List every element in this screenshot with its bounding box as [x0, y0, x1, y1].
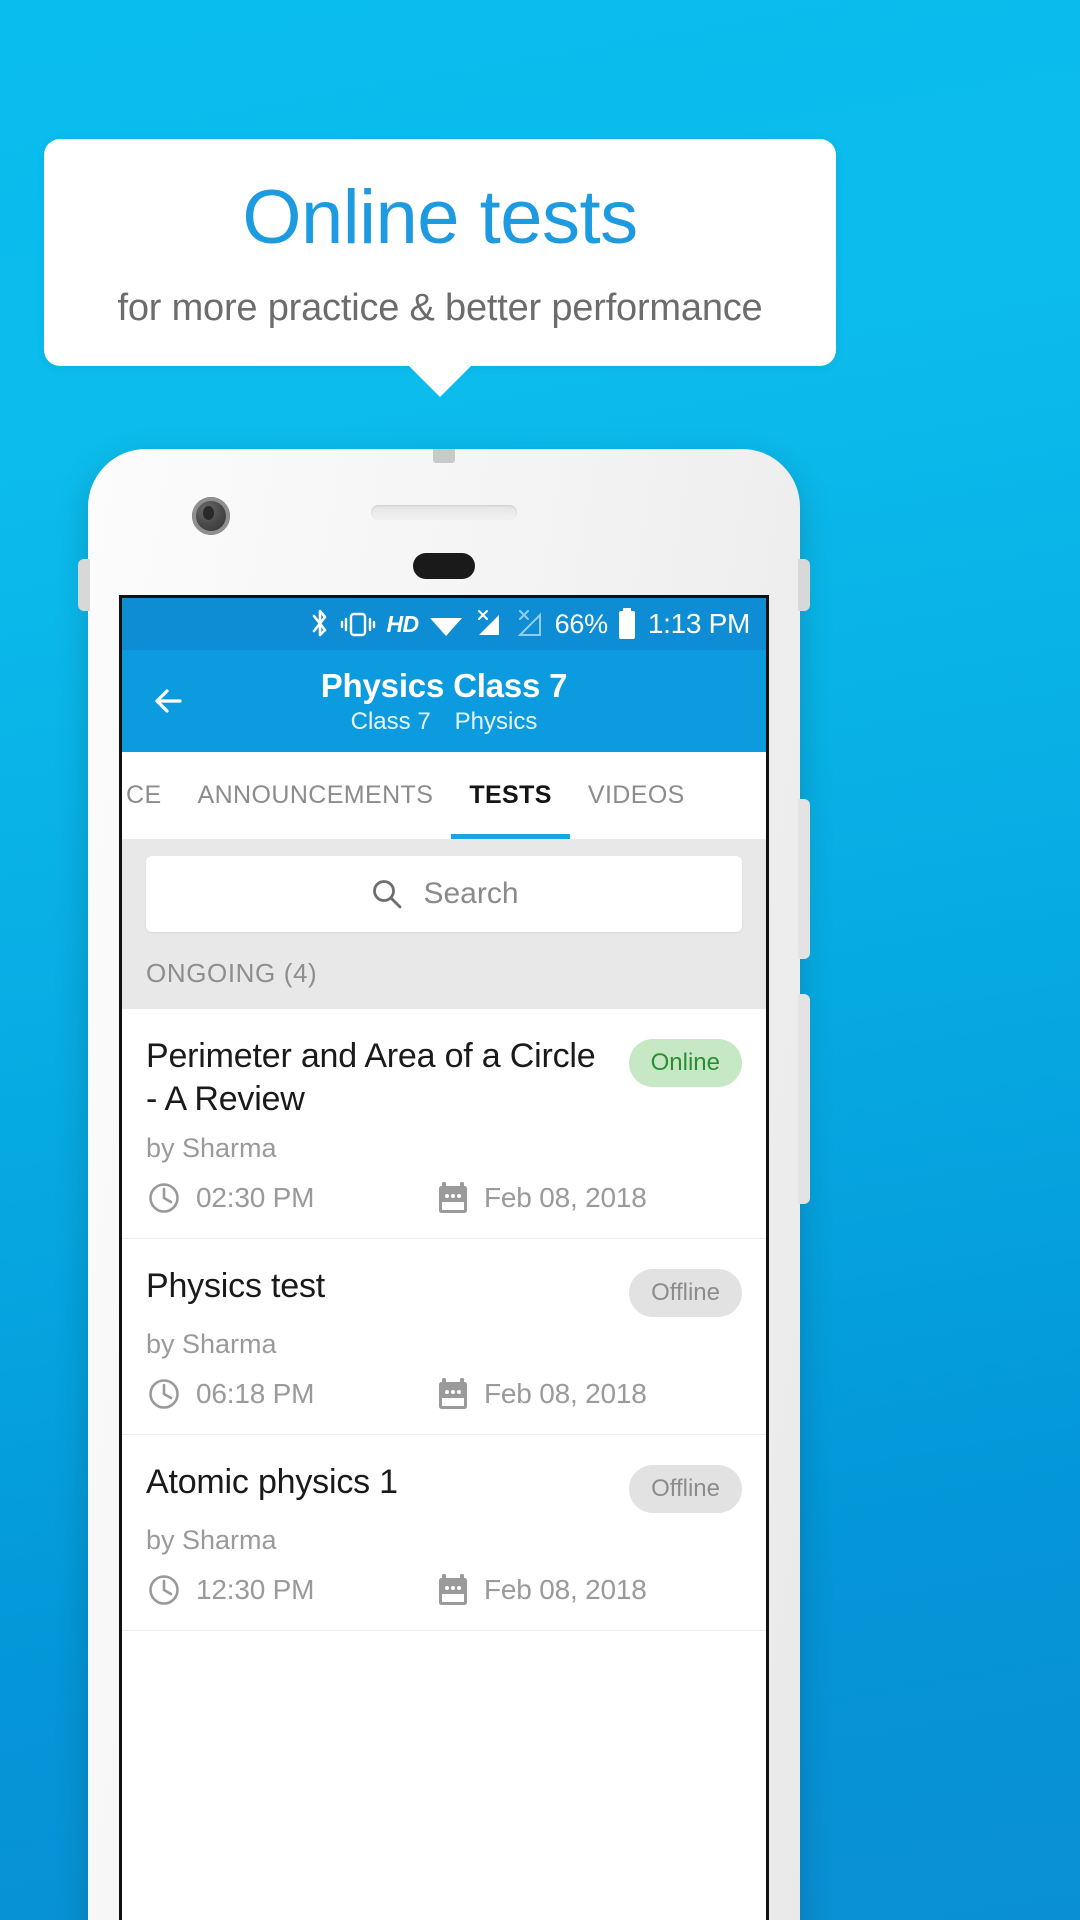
test-date: Feb 08, 2018: [484, 1573, 647, 1605]
test-author: by Sharma: [146, 1132, 277, 1163]
app-bar: Physics Class 7 Class 7 Physics: [122, 650, 766, 752]
signal-sim2-no-service-icon: [514, 608, 546, 640]
breadcrumb-subject: Physics: [454, 708, 538, 736]
phone-mockup: HD 66% 1:13 PM Physics Class 7 Class 7 P…: [78, 449, 810, 1920]
earpiece-speaker: [371, 505, 517, 520]
promo-subtitle: for more practice & better performance: [117, 286, 763, 329]
battery-percent-label: 66%: [554, 608, 608, 639]
phone-screen: HD 66% 1:13 PM Physics Class 7 Class 7 P…: [119, 595, 769, 1920]
test-list-item[interactable]: Atomic physics 1 Offline by Sharma 12:30…: [122, 1435, 766, 1631]
clock-icon: [146, 1572, 182, 1608]
tab-announcements[interactable]: ANNOUNCEMENTS: [180, 752, 452, 839]
test-meta-row: 06:18 PM Feb 08, 2018: [146, 1376, 742, 1412]
callout-tail-triangle: [408, 364, 472, 397]
status-badge: Offline: [629, 1268, 742, 1317]
test-title: Physics test: [146, 1266, 325, 1305]
test-item-header: Perimeter and Area of a Circle - A Revie…: [146, 1035, 742, 1121]
promo-title: Online tests: [242, 175, 638, 260]
test-time-group: 02:30 PM: [146, 1180, 436, 1216]
phone-power-button: [798, 559, 810, 611]
test-author: by Sharma: [146, 1328, 277, 1359]
home-button[interactable]: [413, 553, 475, 579]
test-date-group: Feb 08, 2018: [436, 1376, 647, 1412]
test-meta-row: 02:30 PM Feb 08, 2018: [146, 1180, 742, 1216]
vibrate-icon: [339, 608, 377, 640]
phone-volume-up-button: [798, 799, 810, 959]
test-item-header: Physics test Offline: [146, 1265, 742, 1317]
phone-volume-down-button: [798, 994, 810, 1204]
status-bar-clock: 1:13 PM: [647, 608, 750, 639]
status-bar: HD 66% 1:13 PM: [122, 598, 766, 650]
calendar-icon: [436, 1376, 470, 1412]
test-meta-row: 12:30 PM Feb 08, 2018: [146, 1572, 742, 1608]
clock-icon: [146, 1180, 182, 1216]
calendar-icon: [436, 1572, 470, 1608]
status-badge: Online: [628, 1039, 742, 1087]
clock-icon: [146, 1376, 182, 1412]
test-time-group: 12:30 PM: [146, 1572, 436, 1608]
test-title: Perimeter and Area of a Circle - A Revie…: [146, 1037, 596, 1118]
tab-bar: CE ANNOUNCEMENTS TESTS VIDEOS: [122, 752, 766, 840]
search-area: Search: [122, 840, 766, 952]
search-placeholder: Search: [423, 877, 519, 910]
tab-ce[interactable]: CE: [122, 752, 180, 839]
back-arrow-icon[interactable]: [146, 678, 192, 724]
tab-tests[interactable]: TESTS: [451, 752, 570, 839]
calendar-icon: [436, 1180, 470, 1216]
tab-videos[interactable]: VIDEOS: [570, 752, 703, 839]
tests-list: Perimeter and Area of a Circle - A Revie…: [122, 1009, 766, 1631]
test-time: 12:30 PM: [196, 1573, 315, 1605]
test-list-item[interactable]: Perimeter and Area of a Circle - A Revie…: [122, 1009, 766, 1239]
breadcrumb: Class 7 Physics: [122, 708, 766, 736]
phone-left-button: [78, 559, 90, 611]
test-list-item[interactable]: Physics test Offline by Sharma 06:18 PM …: [122, 1239, 766, 1435]
section-header-ongoing: ONGOING (4): [122, 952, 766, 1009]
test-author: by Sharma: [146, 1524, 277, 1555]
front-camera-icon: [192, 497, 230, 535]
hd-icon: HD: [386, 610, 419, 637]
bluetooth-icon: [310, 608, 330, 640]
page-title: Physics Class 7: [320, 666, 568, 704]
battery-icon: [617, 607, 637, 641]
test-date-group: Feb 08, 2018: [436, 1180, 647, 1216]
phone-antenna-notch: [433, 449, 455, 463]
test-time-group: 06:18 PM: [146, 1376, 436, 1412]
promo-screenshot: Online tests for more practice & better …: [0, 0, 1080, 1920]
test-item-header: Atomic physics 1 Offline: [146, 1461, 742, 1513]
search-input[interactable]: Search: [146, 856, 742, 932]
status-badge: Offline: [629, 1464, 742, 1513]
signal-sim1-no-service-icon: [473, 608, 505, 640]
wifi-icon: [428, 608, 464, 640]
breadcrumb-class: Class 7: [350, 708, 431, 736]
promo-callout: Online tests for more practice & better …: [44, 139, 836, 397]
test-date: Feb 08, 2018: [484, 1377, 647, 1409]
test-date: Feb 08, 2018: [484, 1181, 647, 1213]
app-bar-titles: Physics Class 7 Class 7 Physics: [122, 666, 766, 737]
test-time: 06:18 PM: [196, 1377, 315, 1409]
test-title: Atomic physics 1: [146, 1462, 398, 1501]
test-time: 02:30 PM: [196, 1181, 315, 1213]
test-date-group: Feb 08, 2018: [436, 1572, 647, 1608]
search-icon: [369, 876, 405, 912]
